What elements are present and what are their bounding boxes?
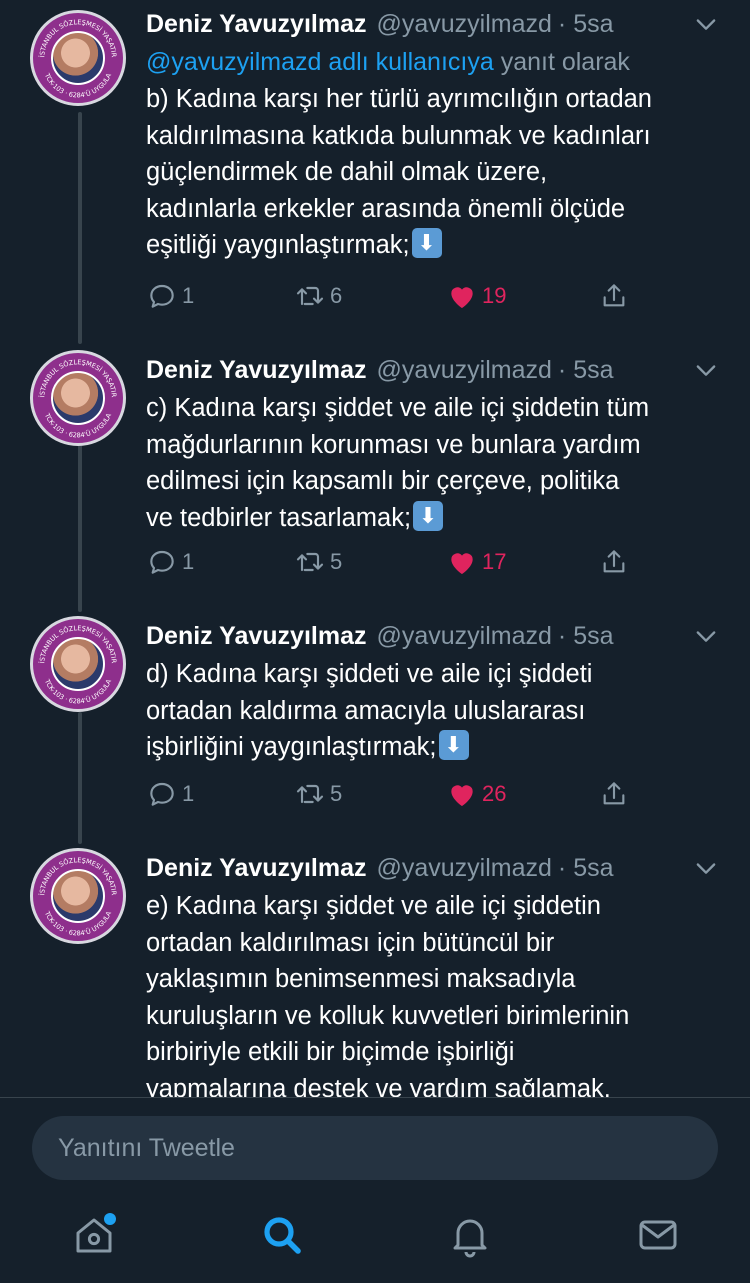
reply-icon xyxy=(150,284,174,308)
tweet-text: e) Kadına karşı şiddet ve aile içi şidde… xyxy=(146,892,630,1097)
avatar[interactable]: İSTANBUL SÖZLEŞMESİ YAŞATIR TCK-103 · 62… xyxy=(30,848,126,944)
author-name[interactable]: Deniz Yavuzyılmaz xyxy=(146,622,366,651)
share-button[interactable] xyxy=(598,276,630,316)
heart-icon xyxy=(451,785,473,806)
reply-input[interactable]: Yanıtını Tweetle xyxy=(32,1116,718,1180)
tweet-text-content: c) Kadına karşı şiddet ve aile içi şidde… xyxy=(146,394,650,532)
tweet[interactable]: İSTANBUL SÖZLEŞMESİ YAŞATIR TCK-103 · 62… xyxy=(0,848,750,1097)
tweet-text-content: d) Kadına karşı şiddeti ve aile içi şidd… xyxy=(146,660,593,761)
share-icon xyxy=(603,284,625,307)
like-button[interactable]: 19 xyxy=(446,276,506,316)
tweet-time: · 5sa xyxy=(557,355,614,384)
retweet-icon xyxy=(296,286,324,306)
notification-dot xyxy=(104,1213,116,1225)
reply-count: 1 xyxy=(182,283,195,308)
retweet-button[interactable]: 5 xyxy=(294,774,342,814)
retweet-count: 5 xyxy=(330,549,343,574)
search-icon xyxy=(264,1217,301,1254)
avatar[interactable]: İSTANBUL SÖZLEŞMESİ YAŞATIR TCK-103 · 62… xyxy=(30,616,126,712)
author-name[interactable]: Deniz Yavuzyılmaz xyxy=(146,356,366,385)
tweet[interactable]: İSTANBUL SÖZLEŞMESİ YAŞATIR TCK-103 · 62… xyxy=(0,4,750,334)
share-icon xyxy=(603,782,625,805)
reply-composer: Yanıtını Tweetle xyxy=(0,1097,750,1197)
author-handle[interactable]: @yavuzyilmazd xyxy=(376,854,551,883)
down-arrow-emoji-icon xyxy=(411,228,442,258)
tweet-text: d) Kadına karşı şiddeti ve aile içi şidd… xyxy=(146,656,726,766)
tweet-time: · 5sa xyxy=(557,853,614,882)
bell-icon xyxy=(453,1219,487,1258)
retweet-count: 6 xyxy=(330,283,343,308)
tweet-text: b) Kadına karşı her türlü ayrımcılığın o… xyxy=(146,81,726,264)
avatar-photo xyxy=(51,371,105,425)
tweet-actions: 1 5 26 xyxy=(146,774,666,814)
down-arrow-emoji-icon xyxy=(438,730,469,760)
tab-messages[interactable] xyxy=(634,1211,682,1259)
author-handle[interactable]: @yavuzyilmazd xyxy=(376,622,551,651)
reply-context-label: yanıt olarak xyxy=(493,48,630,76)
like-count: 26 xyxy=(482,781,507,806)
chevron-down-icon[interactable] xyxy=(692,622,720,650)
avatar-photo xyxy=(51,869,105,923)
chevron-down-icon[interactable] xyxy=(692,854,720,882)
heart-icon xyxy=(451,287,473,308)
author-handle[interactable]: @yavuzyilmazd xyxy=(376,10,551,39)
retweet-icon xyxy=(296,552,324,572)
tab-notifications[interactable] xyxy=(446,1211,494,1259)
author-name[interactable]: Deniz Yavuzyılmaz xyxy=(146,10,366,39)
retweet-icon xyxy=(296,784,324,804)
tweet[interactable]: İSTANBUL SÖZLEŞMESİ YAŞATIR TCK-103 · 62… xyxy=(0,350,750,600)
reply-button[interactable]: 1 xyxy=(146,276,194,316)
share-button[interactable] xyxy=(598,542,630,582)
down-arrow-emoji-icon xyxy=(413,500,444,531)
bottom-tab-bar xyxy=(0,1197,750,1283)
avatar-photo xyxy=(51,637,105,691)
reply-button[interactable]: 1 xyxy=(146,774,194,814)
reply-mention-link[interactable]: @yavuzyilmazd adlı kullanıcıya xyxy=(146,48,494,76)
like-button[interactable]: 17 xyxy=(446,542,506,582)
tab-search[interactable] xyxy=(258,1211,306,1259)
avatar-photo xyxy=(51,31,105,85)
reply-icon xyxy=(150,782,174,806)
like-button[interactable]: 26 xyxy=(446,774,506,814)
share-button[interactable] xyxy=(598,774,630,814)
chevron-down-icon[interactable] xyxy=(692,10,720,38)
reply-button[interactable]: 1 xyxy=(146,542,194,582)
heart-icon xyxy=(451,553,473,574)
tweet-actions: 1 6 19 xyxy=(146,276,666,316)
retweet-button[interactable]: 5 xyxy=(294,542,342,582)
tweet-time: · 5sa xyxy=(557,9,614,38)
retweet-button[interactable]: 6 xyxy=(294,276,342,316)
tweet[interactable]: İSTANBUL SÖZLEŞMESİ YAŞATIR TCK-103 · 62… xyxy=(0,616,750,831)
like-count: 19 xyxy=(482,283,507,308)
tweet-thread: İSTANBUL SÖZLEŞMESİ YAŞATIR TCK-103 · 62… xyxy=(0,0,750,1097)
tweet-time: · 5sa xyxy=(557,621,614,650)
mail-icon xyxy=(639,1220,677,1250)
reply-icon xyxy=(150,550,174,574)
chevron-down-icon[interactable] xyxy=(692,356,720,384)
tweet-actions: 1 5 17 xyxy=(146,542,666,582)
reply-context: @yavuzyilmazd adlı kullanıcıya yanıt ola… xyxy=(146,44,726,80)
retweet-count: 5 xyxy=(330,781,343,806)
share-icon xyxy=(603,550,625,573)
tweet-text-content: b) Kadına karşı her türlü ayrımcılığın o… xyxy=(146,85,652,259)
reply-count: 1 xyxy=(182,549,195,574)
tweet-text: c) Kadına karşı şiddet ve aile içi şidde… xyxy=(146,390,726,536)
avatar[interactable]: İSTANBUL SÖZLEŞMESİ YAŞATIR TCK-103 · 62… xyxy=(30,10,126,106)
like-count: 17 xyxy=(482,549,507,574)
author-name[interactable]: Deniz Yavuzyılmaz xyxy=(146,854,366,883)
author-handle[interactable]: @yavuzyilmazd xyxy=(376,356,551,385)
reply-count: 1 xyxy=(182,781,195,806)
avatar[interactable]: İSTANBUL SÖZLEŞMESİ YAŞATIR TCK-103 · 62… xyxy=(30,350,126,446)
